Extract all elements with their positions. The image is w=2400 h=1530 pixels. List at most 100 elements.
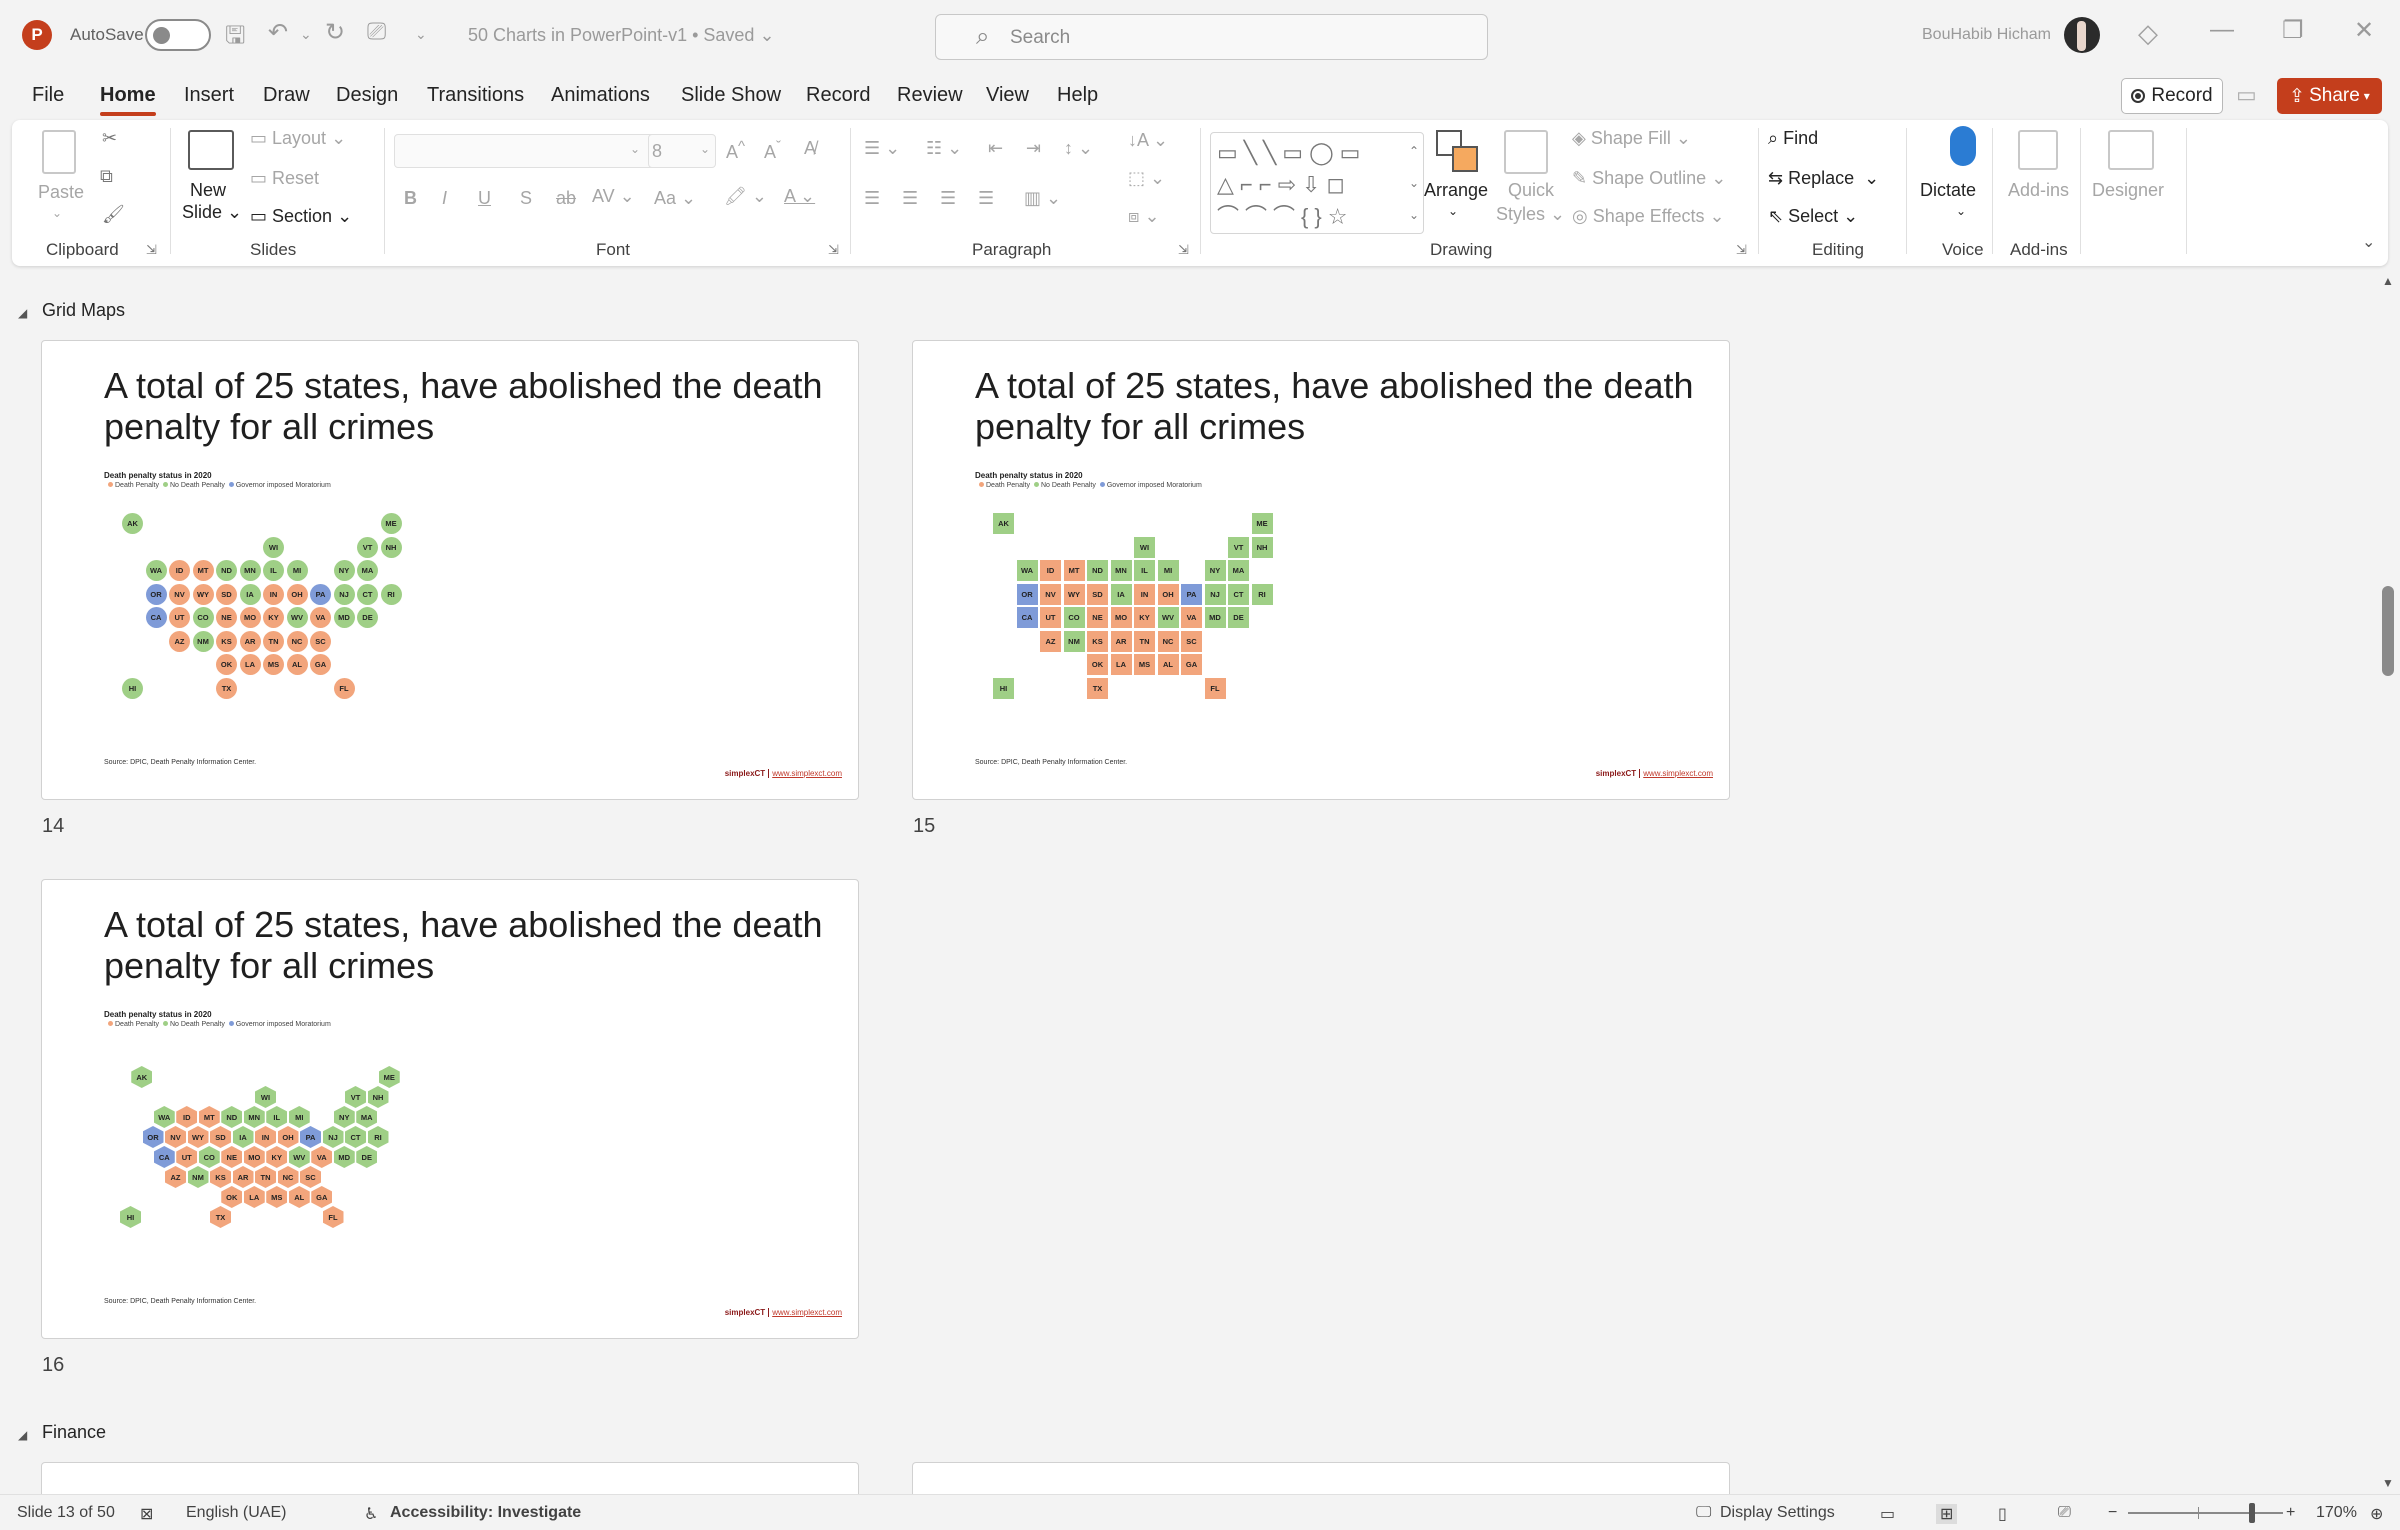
grow-font-icon[interactable]: A^ (726, 138, 745, 163)
display-settings-button[interactable]: Display Settings (1720, 1504, 1835, 1522)
tab-draw[interactable]: Draw (263, 84, 310, 107)
record-button[interactable]: Record (2121, 78, 2223, 114)
user-name[interactable]: BouHabib Hicham (1922, 26, 2051, 44)
section-header-grid-maps[interactable]: Grid Maps (42, 300, 125, 321)
redo-icon[interactable]: ↻ (325, 18, 345, 47)
collapse-ribbon-icon[interactable]: ⌄ (2362, 232, 2375, 252)
slide-thumbnail-16[interactable]: A total of 25 states, have abolished the… (41, 879, 859, 1339)
comments-icon[interactable]: ▭ (2236, 82, 2257, 108)
avatar[interactable] (2064, 17, 2100, 53)
align-center-icon[interactable]: ☰ (902, 188, 918, 209)
zoom-out-icon[interactable]: − (2108, 1504, 2117, 1522)
paste-button[interactable]: Paste (38, 182, 84, 203)
increase-indent-icon[interactable]: ⇥ (1026, 138, 1041, 159)
slide-thumbnail-15[interactable]: A total of 25 states, have abolished the… (912, 340, 1730, 800)
present-icon[interactable]: ⎚ (367, 18, 386, 46)
tab-design[interactable]: Design (336, 84, 398, 107)
section-collapse-icon[interactable]: ◢ (18, 306, 27, 320)
shape-outline-button[interactable]: ✎ Shape Outline ⌄ (1572, 168, 1726, 189)
numbering-icon[interactable]: ☷ ⌄ (926, 138, 962, 159)
font-name-dropdown-icon[interactable]: ⌄ (630, 142, 640, 156)
document-title[interactable]: 50 Charts in PowerPoint-v1 • Saved ⌄ (468, 25, 775, 46)
designer-button[interactable]: Designer (2092, 180, 2164, 201)
zoom-slider-thumb[interactable] (2249, 1503, 2255, 1523)
character-spacing-icon[interactable]: AV ⌄ (592, 186, 635, 207)
new-slide-icon[interactable] (188, 130, 234, 170)
scroll-down-icon[interactable]: ▼ (2382, 1476, 2394, 1490)
zoom-level[interactable]: 170% (2316, 1504, 2357, 1522)
shadow-icon[interactable]: S (520, 188, 532, 209)
clear-formatting-icon[interactable]: A̸ (804, 138, 816, 159)
arrange-dropdown-icon[interactable]: ⌄ (1448, 204, 1458, 218)
strikethrough-icon[interactable]: ab (556, 188, 576, 209)
close-icon[interactable]: ✕ (2354, 16, 2374, 45)
drawing-launcher-icon[interactable]: ⇲ (1736, 242, 1747, 258)
search-box[interactable]: ⌕ Search (935, 14, 1488, 60)
align-text-icon[interactable]: ⬚ ⌄ (1128, 168, 1165, 189)
smartart-icon[interactable]: ⧈ ⌄ (1128, 206, 1160, 227)
undo-dropdown-icon[interactable]: ⌄ (300, 26, 312, 43)
tab-animations[interactable]: Animations (551, 84, 650, 107)
shape-effects-button[interactable]: ◎ Shape Effects ⌄ (1572, 206, 1725, 227)
restore-icon[interactable]: ❐ (2282, 16, 2304, 45)
language[interactable]: English (UAE) (186, 1504, 286, 1522)
vertical-scrollbar[interactable] (2380, 272, 2400, 1494)
paragraph-launcher-icon[interactable]: ⇲ (1178, 242, 1189, 258)
reading-view-icon[interactable]: ▯ (1998, 1504, 2007, 1524)
scrollbar-thumb[interactable] (2382, 586, 2394, 676)
cut-icon[interactable]: ✂ (102, 128, 117, 149)
section-header-finance[interactable]: Finance (42, 1422, 106, 1443)
align-right-icon[interactable]: ☰ (940, 188, 956, 209)
arrange-button[interactable]: Arrange (1424, 180, 1488, 201)
dictate-dropdown-icon[interactable]: ⌄ (1956, 204, 1966, 218)
paste-dropdown-icon[interactable]: ⌄ (52, 206, 62, 220)
change-case-icon[interactable]: Aa ⌄ (654, 188, 696, 209)
slideshow-view-icon[interactable]: ⎚ (2058, 1504, 2071, 1522)
paste-icon[interactable] (42, 130, 76, 174)
tab-record[interactable]: Record (806, 84, 870, 107)
dictate-button[interactable]: Dictate (1920, 180, 1976, 201)
microphone-icon[interactable] (1950, 126, 1976, 166)
reset-button[interactable]: ▭ Reset (250, 168, 319, 189)
format-painter-icon[interactable]: 🖌 (102, 204, 125, 225)
decrease-indent-icon[interactable]: ⇤ (988, 138, 1003, 159)
tab-transitions[interactable]: Transitions (427, 84, 524, 107)
tab-slide-show[interactable]: Slide Show (681, 84, 781, 107)
new-slide-button[interactable]: New (190, 180, 226, 201)
font-launcher-icon[interactable]: ⇲ (828, 242, 839, 258)
scroll-up-icon[interactable]: ▲ (2382, 274, 2394, 288)
select-button[interactable]: ⇖ Select ⌄ (1768, 206, 1858, 227)
tab-file[interactable]: File (32, 84, 64, 107)
new-slide-label-2[interactable]: Slide ⌄ (182, 202, 242, 223)
shrink-font-icon[interactable]: Aˇ (764, 138, 781, 163)
underline-icon[interactable]: U (478, 188, 491, 209)
save-icon[interactable]: 🖫 (225, 18, 245, 59)
line-spacing-icon[interactable]: ↕ ⌄ (1064, 138, 1093, 159)
font-name-input[interactable] (394, 134, 656, 168)
shapes-scroll-icon[interactable]: ⌃ ⌄ ⌄ (1409, 135, 1419, 231)
slide-sorter-view-icon[interactable]: ⊞ (1936, 1504, 1958, 1524)
normal-view-icon[interactable]: ▭ (1880, 1504, 1895, 1524)
section-button[interactable]: ▭ Section ⌄ (250, 206, 352, 227)
replace-button[interactable]: ⇆ Replace ⌄ (1768, 168, 1879, 189)
italic-icon[interactable]: I (442, 188, 447, 209)
copy-icon[interactable]: ⧉ (100, 166, 113, 187)
justify-icon[interactable]: ☰ (978, 188, 994, 209)
shapes-gallery[interactable]: ▭╲╲▭◯▭ △⌐⌐⇨⇩◻ ⌒⌒⌒{}☆ ⌃ ⌄ ⌄ (1210, 132, 1424, 234)
tab-view[interactable]: View (986, 84, 1029, 107)
bullets-icon[interactable]: ☰ ⌄ (864, 138, 900, 159)
shape-fill-button[interactable]: ◈ Shape Fill ⌄ (1572, 128, 1691, 149)
share-button[interactable]: ⇪ Share ▾ (2277, 78, 2382, 114)
quick-styles-icon[interactable] (1504, 130, 1548, 174)
tab-help[interactable]: Help (1057, 84, 1098, 107)
accessibility-status[interactable]: Accessibility: Investigate (390, 1504, 581, 1522)
align-left-icon[interactable]: ☰ (864, 188, 880, 209)
highlight-icon[interactable]: 🖍 ⌄ (724, 186, 767, 207)
columns-icon[interactable]: ▥ ⌄ (1024, 188, 1061, 209)
font-size-dropdown-icon[interactable]: ⌄ (700, 142, 710, 156)
section-collapse-icon[interactable]: ◢ (18, 1428, 27, 1442)
designer-icon[interactable] (2108, 130, 2154, 170)
zoom-slider[interactable] (2128, 1512, 2283, 1514)
premium-diamond-icon[interactable]: ◇ (2138, 18, 2158, 49)
undo-icon[interactable]: ↶ (268, 18, 288, 47)
